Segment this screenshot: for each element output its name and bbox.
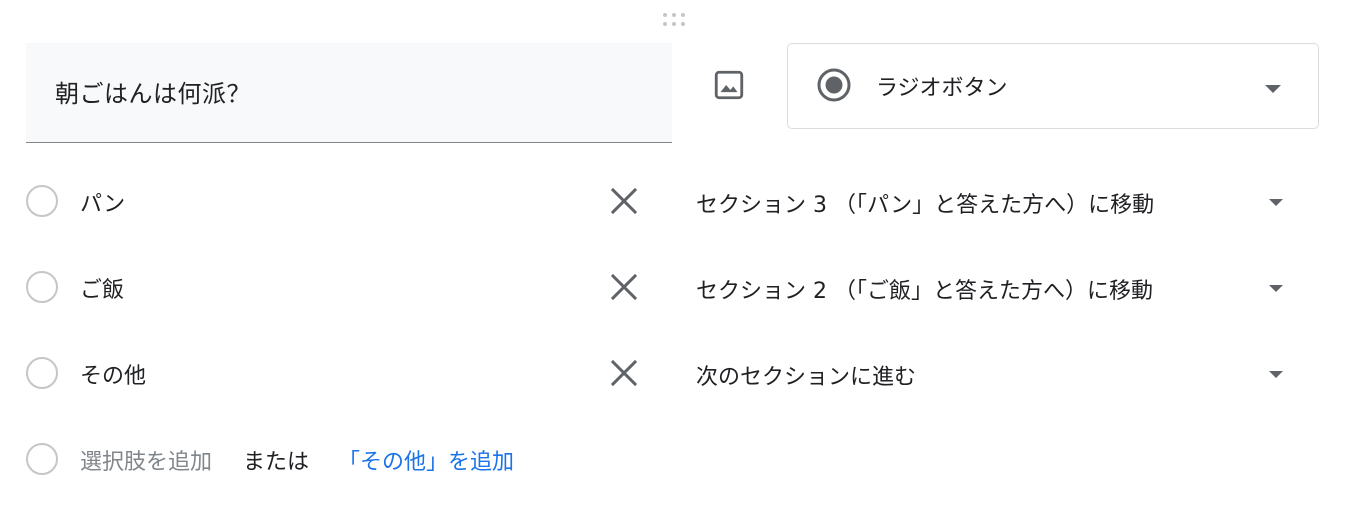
option-label[interactable]: ご飯: [80, 272, 124, 304]
chevron-down-icon: [1269, 371, 1283, 378]
drag-dot: [672, 21, 676, 26]
drag-handle[interactable]: [660, 10, 688, 28]
drag-dot: [672, 12, 676, 17]
option-row: パン セクション 3 （「パン」と答えた方へ）に移動: [0, 171, 1365, 231]
drag-dot: [681, 12, 685, 17]
close-icon: [610, 187, 638, 215]
image-icon: [714, 70, 744, 100]
question-title-field[interactable]: 朝ごはんは何派？: [26, 43, 672, 143]
question-type-label: ラジオボタン: [876, 76, 1008, 101]
drag-dot: [663, 21, 667, 26]
option-label[interactable]: その他: [80, 358, 146, 390]
radio-circle: [26, 271, 58, 303]
section-goto-label: 次のセクションに進む: [696, 365, 917, 390]
question-type-select[interactable]: ラジオボタン: [787, 43, 1319, 129]
section-goto-select[interactable]: 次のセクションに進む: [696, 353, 1296, 393]
option-row: その他 次のセクションに進む: [0, 343, 1365, 403]
add-option-input[interactable]: 選択肢を追加: [80, 444, 212, 476]
chevron-down-icon: [1269, 199, 1283, 206]
close-icon: [610, 273, 638, 301]
add-other-link[interactable]: 「その他」を追加: [338, 444, 514, 476]
radio-circle: [26, 357, 58, 389]
add-option-row: 選択肢を追加 または 「その他」を追加: [0, 429, 1365, 489]
remove-option-button[interactable]: [604, 267, 644, 307]
or-text: または: [243, 450, 310, 475]
remove-option-button[interactable]: [604, 353, 644, 393]
question-title: 朝ごはんは何派？: [55, 80, 251, 108]
section-goto-label: セクション 2 （「ご飯」と答えた方へ）に移動: [696, 279, 1153, 304]
chevron-down-icon: [1269, 285, 1283, 292]
section-goto-select[interactable]: セクション 2 （「ご飯」と答えた方へ）に移動: [696, 267, 1296, 307]
section-goto-select[interactable]: セクション 3 （「パン」と答えた方へ）に移動: [696, 181, 1296, 221]
remove-option-button[interactable]: [604, 181, 644, 221]
radio-checked-icon: [817, 68, 851, 102]
radio-circle: [26, 443, 58, 475]
option-label[interactable]: パン: [80, 186, 125, 218]
option-row: ご飯 セクション 2 （「ご飯」と答えた方へ）に移動: [0, 257, 1365, 317]
drag-dot: [681, 21, 685, 26]
drag-dot: [663, 12, 667, 17]
close-icon: [610, 359, 638, 387]
radio-circle: [26, 185, 58, 217]
chevron-down-icon: [1265, 85, 1281, 93]
section-goto-label: セクション 3 （「パン」と答えた方へ）に移動: [696, 193, 1155, 218]
add-image-button[interactable]: [705, 61, 753, 109]
